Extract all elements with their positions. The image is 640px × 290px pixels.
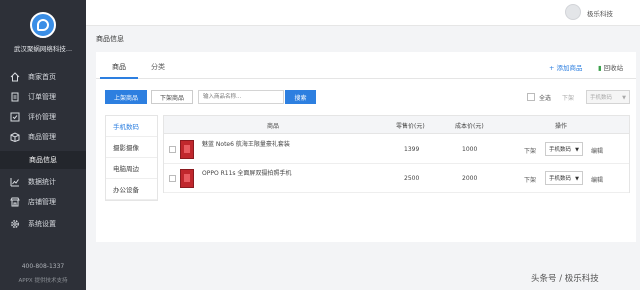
logo-icon [30, 12, 56, 38]
category-select[interactable]: 手机数码 ▼ [545, 142, 583, 156]
order-icon [10, 92, 20, 102]
tab-goods[interactable]: 商品 [112, 62, 126, 72]
table-row: 魅蓝 Note6 航海王限量豪礼套装 1399 1000 下架 手机数码 ▼ 编辑 [164, 135, 629, 164]
product-thumbnail [180, 169, 194, 188]
category-list: 手机数码 摄影摄像 电脑周边 办公设备 [105, 115, 158, 201]
sidebar-item-label: 评价管理 [28, 113, 56, 121]
sidebar-item-label: 数据统计 [28, 178, 56, 186]
recycle-bin-label: 回收站 [603, 64, 624, 72]
category-item[interactable]: 摄影摄像 [106, 137, 157, 158]
cost-price: 1000 [462, 146, 478, 153]
watermark: 头条号 / 极乐科技 [531, 274, 599, 284]
sidebar: 武汉聚蜗网络科技... 商家首页 订单管理 评价管理 商品管理 商品信息 数据统… [0, 0, 86, 290]
row-checkbox[interactable] [169, 175, 176, 182]
sidebar-item-label: 商品信息 [29, 156, 57, 164]
company-name: 武汉聚蜗网络科技... [13, 45, 73, 53]
tab-divider [96, 78, 636, 79]
off-shelf-link[interactable]: 下架 [524, 146, 536, 155]
sidebar-item-label: 商家首页 [28, 73, 56, 81]
add-goods-link[interactable]: + 添加商品 [549, 62, 583, 72]
username[interactable]: 极乐科技 [587, 8, 613, 18]
sidebar-item-goods-info[interactable]: 商品信息 [0, 151, 86, 169]
shop-icon [10, 197, 20, 207]
sidebar-item-reviews[interactable]: 评价管理 [0, 108, 86, 126]
category-item[interactable]: 手机数码 [106, 116, 157, 137]
table-row: OPPO R11s 全面屏双摄拍照手机 2500 2000 下架 手机数码 ▼ 编… [164, 164, 629, 193]
tab-category[interactable]: 分类 [151, 62, 165, 72]
row-checkbox[interactable] [169, 146, 176, 153]
gear-icon [10, 219, 20, 229]
chevron-down-icon: ▼ [575, 147, 579, 153]
column-header-cost: 成本价(元) [455, 123, 484, 130]
off-shelf-link[interactable]: 下架 [524, 175, 536, 184]
category-select-value: 手机数码 [549, 147, 572, 153]
category-item[interactable]: 办公设备 [106, 179, 157, 200]
sidebar-item-label: 订单管理 [28, 93, 56, 101]
bulk-category-select[interactable]: 手机数码 ▼ [586, 90, 630, 104]
plus-icon: + [549, 64, 557, 72]
sidebar-item-orders[interactable]: 订单管理 [0, 88, 86, 106]
table-header: 商品 零售价(元) 成本价(元) 操作 [164, 116, 629, 134]
off-shelf-button[interactable]: 下架商品 [151, 90, 193, 104]
retail-price: 2500 [404, 175, 420, 182]
sidebar-item-home[interactable]: 商家首页 [0, 68, 86, 86]
recycle-bin-link[interactable]: ▮ 回收站 [598, 62, 623, 72]
sidebar-item-stats[interactable]: 数据统计 [0, 173, 86, 191]
select-all-label: 全选 [539, 95, 552, 102]
home-icon [10, 72, 20, 82]
sidebar-item-settings[interactable]: 系统设置 [0, 215, 86, 233]
page-title: 商品信息 [96, 35, 124, 43]
category-item[interactable]: 电脑周边 [106, 158, 157, 179]
chevron-down-icon: ▼ [575, 176, 579, 182]
product-name[interactable]: OPPO R11s 全面屏双摄拍照手机 [202, 168, 291, 177]
edit-link[interactable]: 编辑 [591, 146, 603, 155]
column-header-product: 商品 [267, 123, 280, 130]
add-goods-label: 添加商品 [556, 64, 583, 72]
top-bar [86, 0, 640, 26]
goods-icon [10, 132, 20, 142]
avatar[interactable] [565, 4, 581, 20]
active-tab-indicator [100, 77, 138, 79]
support-credit: APPX 提供技术支持 [18, 278, 68, 284]
sidebar-item-label: 商品管理 [28, 133, 56, 141]
on-shelf-button[interactable]: 上架商品 [105, 90, 147, 104]
goods-table: 商品 零售价(元) 成本价(元) 操作 魅蓝 Note6 航海王限量豪礼套装 1… [163, 115, 630, 193]
sidebar-item-label: 店铺管理 [28, 198, 56, 206]
bulk-category-value: 手机数码 [590, 95, 613, 101]
search-button[interactable]: 搜索 [285, 90, 316, 104]
sidebar-item-goods[interactable]: 商品管理 [0, 128, 86, 146]
chart-icon [10, 177, 20, 187]
chevron-down-icon: ▼ [622, 95, 626, 101]
column-header-ops: 操作 [555, 123, 568, 130]
product-thumbnail [180, 140, 194, 159]
review-icon [10, 112, 20, 122]
category-select-value: 手机数码 [549, 176, 572, 182]
search-input[interactable] [198, 90, 284, 104]
cost-price: 2000 [462, 175, 478, 182]
column-header-retail: 零售价(元) [396, 123, 425, 130]
sidebar-item-shop[interactable]: 店铺管理 [0, 193, 86, 211]
bulk-off-shelf-button[interactable]: 下架 [562, 93, 574, 102]
sidebar-item-label: 系统设置 [28, 220, 56, 228]
product-name[interactable]: 魅蓝 Note6 航海王限量豪礼套装 [202, 139, 290, 148]
retail-price: 1399 [404, 146, 420, 153]
support-phone: 400-808-1337 [21, 263, 65, 270]
select-all-checkbox[interactable] [527, 93, 535, 101]
category-select[interactable]: 手机数码 ▼ [545, 171, 583, 185]
edit-link[interactable]: 编辑 [591, 175, 603, 184]
